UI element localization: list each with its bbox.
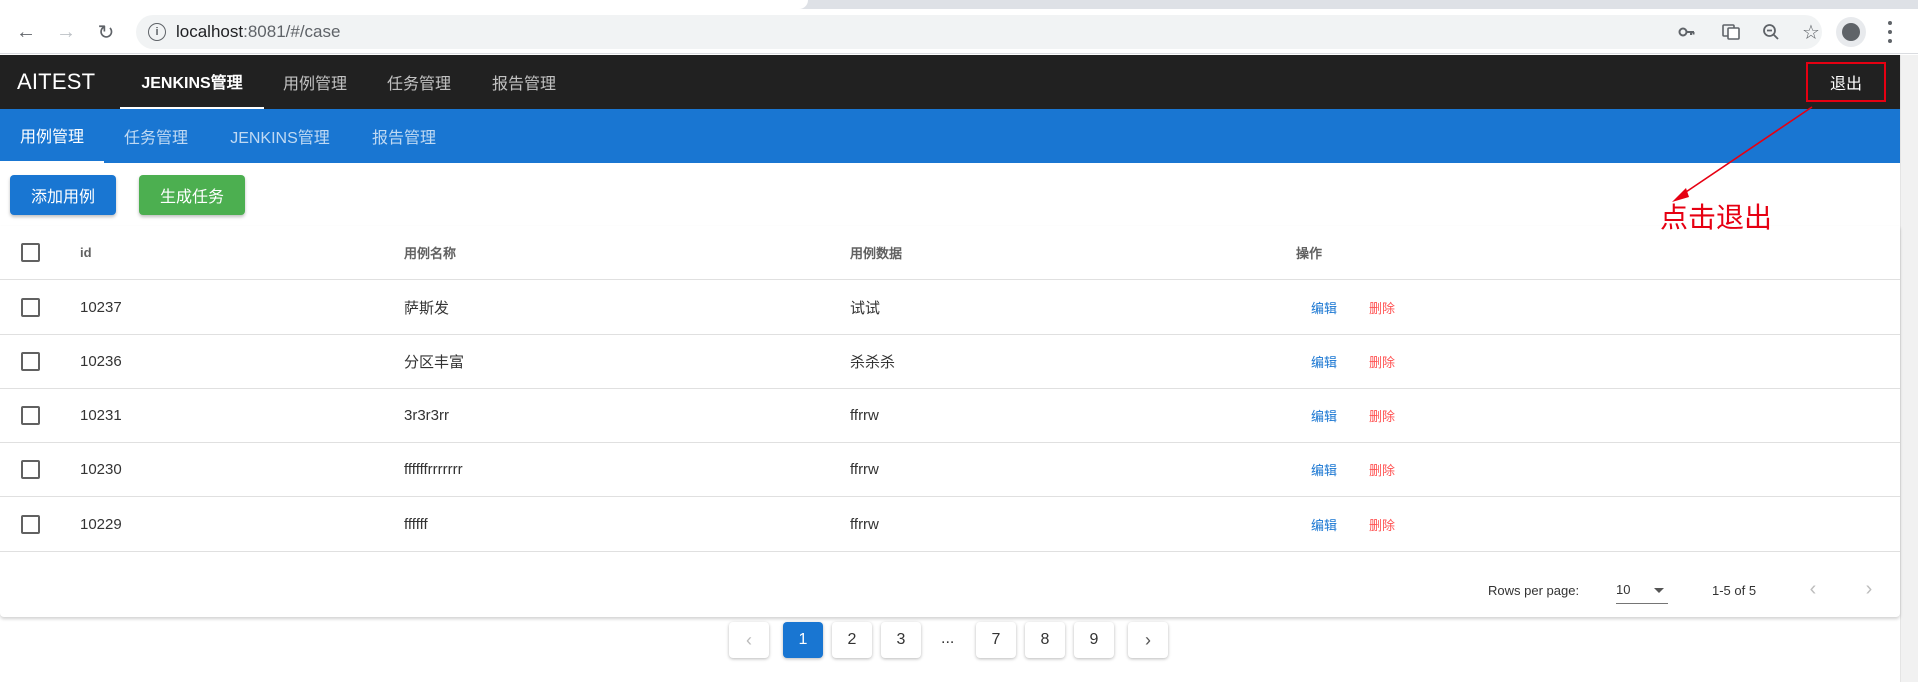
browser-tab-active[interactable] xyxy=(0,0,808,9)
browser-tab[interactable] xyxy=(885,0,1885,9)
cell-data: 杀杀杀 xyxy=(850,354,896,371)
delete-button[interactable]: 删除 xyxy=(1369,335,1395,388)
app-brand: AITEST xyxy=(17,69,96,94)
edit-button[interactable]: 编辑 xyxy=(1311,280,1337,334)
sub-tab-tasks[interactable]: 任务管理 xyxy=(114,109,198,163)
pagination-next-icon[interactable]: › xyxy=(1128,622,1168,658)
app-top-bar: AITEST JENKINS管理 用例管理 任务管理 报告管理 退出 xyxy=(0,55,1900,109)
page-button-3[interactable]: 3 xyxy=(881,622,921,658)
annotation-text: 点击退出 xyxy=(1660,201,1773,234)
table-header-row: id 用例名称 用例数据 操作 xyxy=(0,226,1900,280)
generate-task-button[interactable]: 生成任务 xyxy=(139,175,245,215)
table-row: 10230 ffffffrrrrrrr ffrrw 编辑 删除 xyxy=(0,443,1900,497)
edit-button[interactable]: 编辑 xyxy=(1311,389,1337,442)
select-all-checkbox[interactable] xyxy=(21,243,40,262)
pagination-prev-icon[interactable]: ‹ xyxy=(729,622,769,658)
table-row: 10237 萨斯发 试试 编辑 删除 xyxy=(0,280,1900,335)
delete-button[interactable]: 删除 xyxy=(1369,280,1395,334)
page-button-2[interactable]: 2 xyxy=(832,622,872,658)
page-scrollbar[interactable] xyxy=(1900,55,1918,682)
rows-per-page-select[interactable]: 10 xyxy=(1616,576,1668,604)
rows-per-page-label: Rows per page: xyxy=(1488,582,1580,598)
delete-button[interactable]: 删除 xyxy=(1369,389,1395,442)
cell-name: ffffff xyxy=(404,515,428,533)
page-button-7[interactable]: 7 xyxy=(976,622,1016,658)
back-icon[interactable]: ← xyxy=(10,16,42,48)
site-info-icon[interactable]: i xyxy=(148,23,166,41)
header-actions: 操作 xyxy=(1296,246,1323,261)
cell-name: 萨斯发 xyxy=(404,299,450,317)
row-checkbox[interactable] xyxy=(21,515,40,534)
sub-nav-bar: 用例管理 任务管理 JENKINS管理 报告管理 xyxy=(0,109,1900,163)
header-data[interactable]: 用例数据 xyxy=(850,226,902,279)
table-footer: Rows per page: 10 1-5 of 5 ‹ › xyxy=(0,563,1900,617)
cell-name: ffffffrrrrrrr xyxy=(404,461,463,478)
top-tab-tasks[interactable]: 任务管理 xyxy=(376,55,462,109)
table-row: 10229 ffffff ffrrw 编辑 删除 xyxy=(0,497,1900,552)
top-tab-cases[interactable]: 用例管理 xyxy=(272,55,358,109)
cell-data: ffrrw xyxy=(850,515,879,533)
prev-page-icon[interactable]: ‹ xyxy=(1801,578,1825,601)
logout-button[interactable]: 退出 xyxy=(1806,62,1886,102)
edit-button[interactable]: 编辑 xyxy=(1311,497,1337,551)
add-case-button[interactable]: 添加用例 xyxy=(10,175,116,215)
cell-name: 分区丰富 xyxy=(404,354,465,371)
profile-avatar-icon[interactable] xyxy=(1836,17,1866,47)
address-bar[interactable]: i localhost:8081/#/case ☆ xyxy=(136,15,1822,49)
cell-data: ffrrw xyxy=(850,461,879,478)
rows-per-page-value: 10 xyxy=(1616,582,1631,597)
table-row: 10231 3r3r3rr ffrrw 编辑 删除 xyxy=(0,389,1900,443)
page-button-9[interactable]: 9 xyxy=(1074,622,1114,658)
range-text: 1-5 of 5 xyxy=(1712,582,1757,598)
case-table: id 用例名称 用例数据 操作 10237 萨斯发 试试 编辑 删除 10236… xyxy=(0,226,1900,617)
row-checkbox[interactable] xyxy=(21,460,40,479)
key-icon[interactable] xyxy=(1676,21,1698,43)
pagination-ellipsis: ... xyxy=(941,630,955,647)
delete-button[interactable]: 删除 xyxy=(1369,443,1395,496)
dropdown-arrow-icon xyxy=(1654,588,1664,593)
bookmark-star-icon[interactable]: ☆ xyxy=(1800,21,1822,44)
cell-data: 试试 xyxy=(850,299,881,317)
row-checkbox[interactable] xyxy=(21,298,40,317)
pagination: ‹ 1 2 3 ... 7 8 9 › xyxy=(0,622,1900,662)
table-row: 10236 分区丰富 杀杀杀 编辑 删除 xyxy=(0,335,1900,389)
cell-id: 10229 xyxy=(80,515,122,533)
cell-id: 10230 xyxy=(80,461,122,478)
cell-id: 10237 xyxy=(80,298,122,316)
row-checkbox[interactable] xyxy=(21,406,40,425)
sub-tab-cases[interactable]: 用例管理 xyxy=(0,109,104,163)
edit-button[interactable]: 编辑 xyxy=(1311,335,1337,388)
sub-tab-reports[interactable]: 报告管理 xyxy=(362,109,446,163)
url-text[interactable]: localhost:8081/#/case xyxy=(176,22,340,42)
cell-name: 3r3r3rr xyxy=(404,407,450,424)
cell-id: 10236 xyxy=(80,353,122,370)
cell-data: ffrrw xyxy=(850,407,879,424)
page-button-1[interactable]: 1 xyxy=(783,622,823,658)
page-button-8[interactable]: 8 xyxy=(1025,622,1065,658)
forward-icon[interactable]: → xyxy=(50,16,82,48)
edit-button[interactable]: 编辑 xyxy=(1311,443,1337,496)
sub-tab-jenkins[interactable]: JENKINS管理 xyxy=(220,109,340,163)
browser-menu-icon[interactable] xyxy=(1880,19,1900,45)
reload-icon[interactable]: ↻ xyxy=(90,16,122,48)
zoom-out-icon[interactable] xyxy=(1760,21,1782,43)
top-tab-jenkins[interactable]: JENKINS管理 xyxy=(120,55,264,109)
delete-button[interactable]: 删除 xyxy=(1369,497,1395,551)
header-id[interactable]: id xyxy=(80,226,92,279)
translate-icon[interactable] xyxy=(1720,21,1742,43)
top-tab-reports[interactable]: 报告管理 xyxy=(481,55,567,109)
browser-toolbar: ← → ↻ i localhost:8081/#/case ☆ xyxy=(0,9,1918,54)
browser-tabstrip xyxy=(0,0,1918,9)
next-page-icon[interactable]: › xyxy=(1857,578,1881,601)
row-checkbox[interactable] xyxy=(21,352,40,371)
cell-id: 10231 xyxy=(80,407,122,424)
header-name[interactable]: 用例名称 xyxy=(404,226,456,279)
